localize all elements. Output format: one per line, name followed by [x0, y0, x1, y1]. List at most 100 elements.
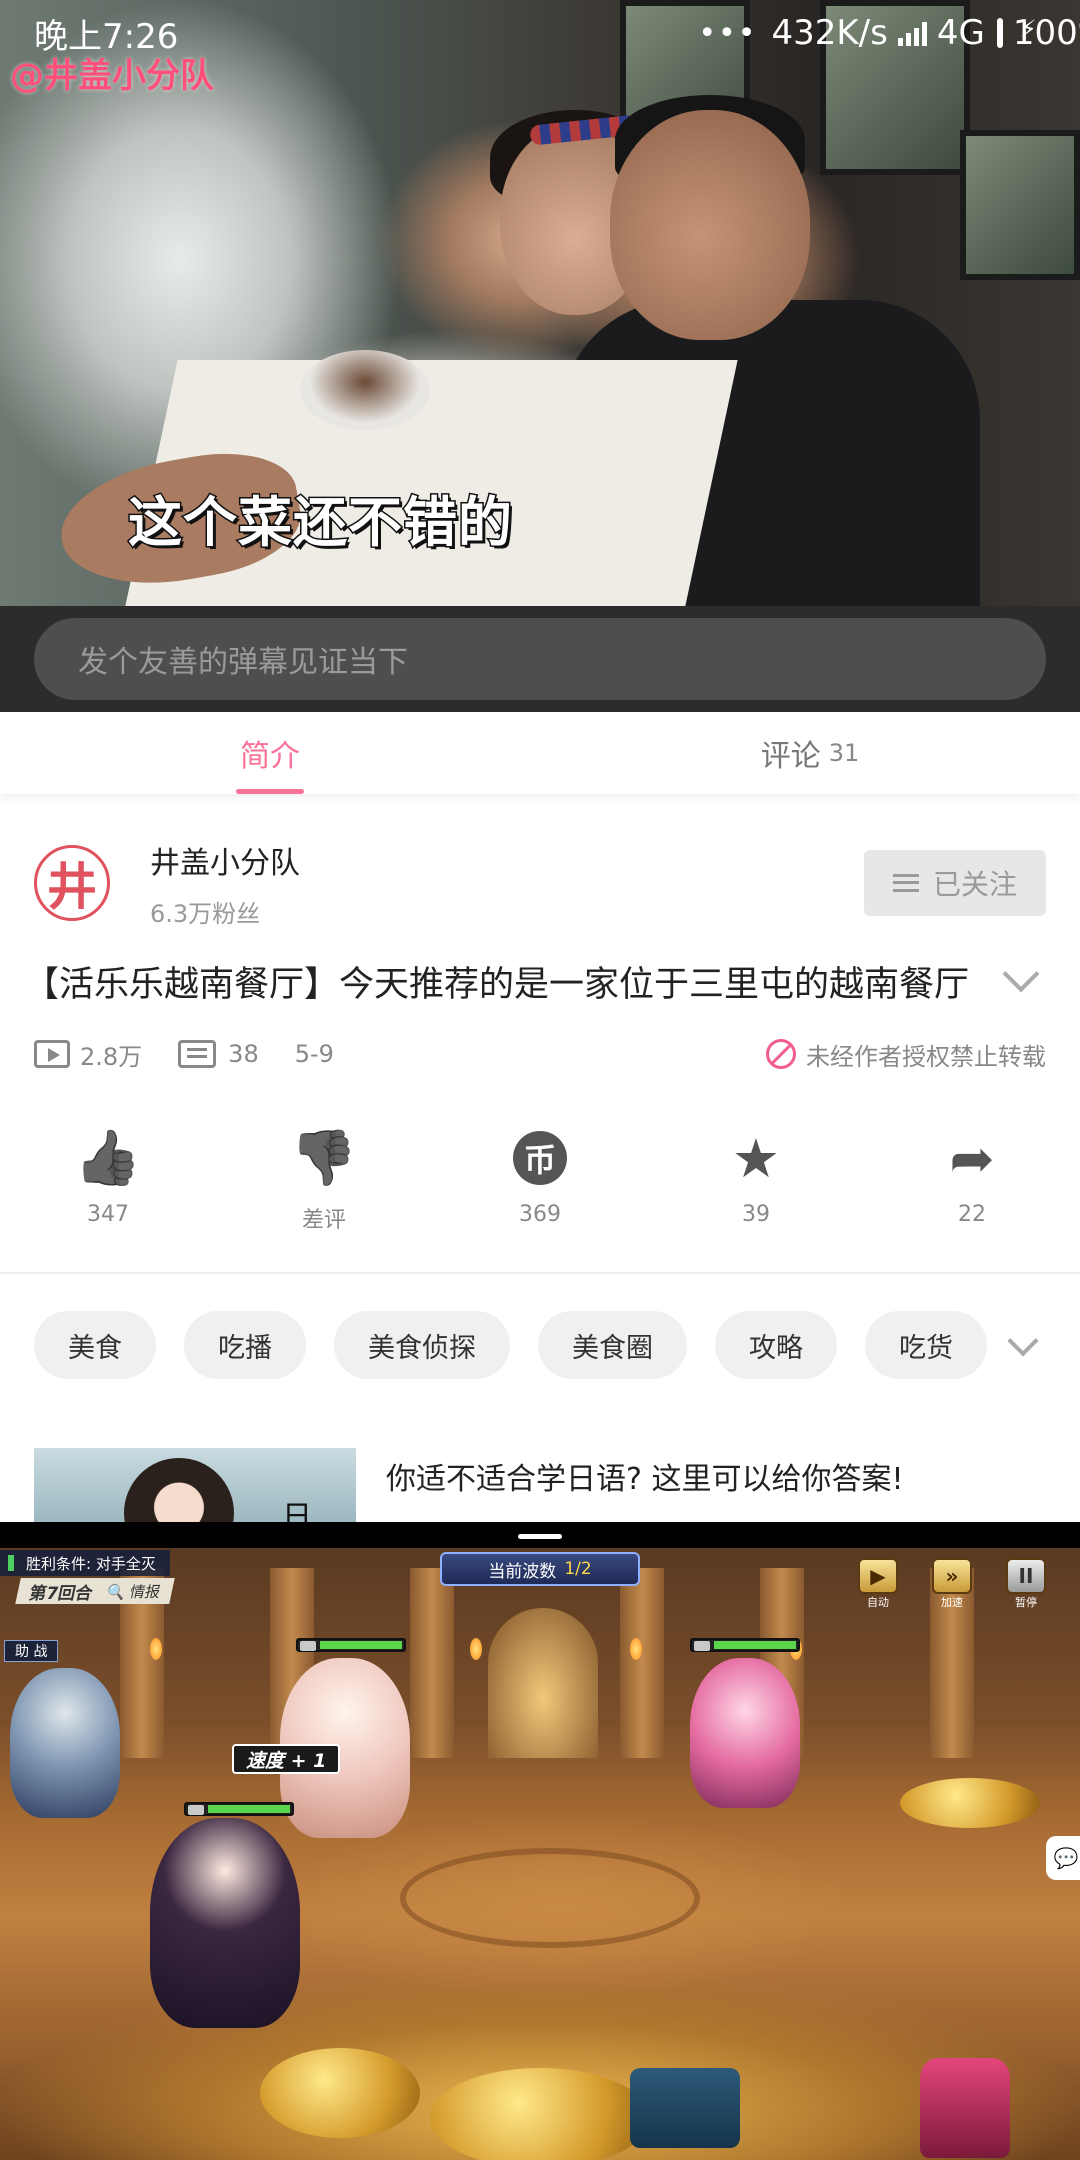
video-player[interactable]: @井盖小分队 这个菜还不错的 晚上7:26 ••• 432K/s 4G 100%: [0, 0, 1080, 606]
tab-intro[interactable]: 简介: [0, 712, 540, 794]
play-icon: [34, 1040, 70, 1068]
follow-button[interactable]: 已关注: [864, 850, 1046, 916]
gold-pile: [900, 1778, 1040, 1828]
auto-button[interactable]: ▶ 自动: [856, 1558, 900, 1609]
chevron-down-icon[interactable]: [1002, 955, 1040, 993]
thumbs-up-icon: 👍: [74, 1126, 142, 1189]
round-indicator[interactable]: 第7回合 🔍 情报: [15, 1578, 176, 1604]
enemy-character[interactable]: [690, 1658, 800, 1808]
coin-button[interactable]: 币 369: [432, 1128, 648, 1238]
like-button[interactable]: 👍 347: [0, 1126, 216, 1238]
publish-date: 5-9: [295, 1040, 334, 1068]
thumbs-down-icon: 👎: [290, 1126, 358, 1189]
coin-icon: 币: [513, 1131, 567, 1185]
status-time: 晚上7:26: [34, 16, 179, 57]
follow-label: 已关注: [932, 868, 1017, 901]
speed-label: 加速: [941, 1596, 963, 1609]
action-bar: 👍 347 👎 差评 币 369 ★ 39 ➦ 22: [0, 1126, 1080, 1238]
tab-active-indicator: [236, 789, 304, 794]
forbidden-icon: [766, 1039, 796, 1069]
game-window[interactable]: 胜利条件: 对手全灭 第7回合 🔍 情报 当前波数 1/2 ▶ 自动 » 加速 …: [0, 1548, 1080, 2160]
tab-intro-label: 简介: [240, 739, 300, 774]
win-condition: 胜利条件: 对手全灭: [0, 1550, 170, 1576]
noodle-bowl: [300, 350, 430, 430]
intel-button[interactable]: 🔍 情报: [105, 1581, 163, 1602]
assist-badge: 助 战: [4, 1640, 59, 1662]
pause-icon: II: [1006, 1558, 1046, 1594]
split-handle[interactable]: [518, 1534, 562, 1539]
uploader-name: 井盖小分队: [150, 845, 300, 881]
divider: [0, 1272, 1080, 1274]
wave-value: 1/2: [564, 1559, 592, 1579]
torch: [150, 1638, 162, 1660]
avatar[interactable]: 井: [34, 845, 110, 921]
video-subtitle: 这个菜还不错的: [127, 490, 514, 556]
intel-label: 情报: [128, 1582, 163, 1601]
torch: [630, 1638, 642, 1660]
recommend-thumbnail: 日: [34, 1448, 356, 1522]
tag-chip[interactable]: 美食圈: [538, 1311, 687, 1379]
pause-button[interactable]: II 暂停: [1004, 1558, 1048, 1609]
uploader-fans: 6.3万粉丝: [150, 899, 261, 928]
title-row[interactable]: 【活乐乐越南餐厅】今天推荐的是一家位于三里屯的越南餐厅: [24, 955, 1054, 1006]
crystal: [920, 2058, 1010, 2158]
doorway: [488, 1608, 598, 1758]
network-type: 4G: [936, 13, 985, 53]
copyright-notice: 未经作者授权禁止转载: [766, 1037, 1046, 1072]
person-man: [610, 110, 810, 340]
coin-count: 369: [519, 1202, 561, 1227]
gold-pile: [430, 2068, 650, 2160]
tab-comments-label: 评论: [760, 739, 821, 774]
ally-character[interactable]: [10, 1668, 120, 1818]
status-bar: 晚上7:26 ••• 432K/s 4G 100%: [0, 0, 1080, 66]
recommend-title: 你适不适合学日语? 这里可以给你答案!: [386, 1462, 904, 1497]
torch: [470, 1638, 482, 1660]
speed-button[interactable]: » 加速: [930, 1558, 974, 1609]
tag-chip[interactable]: 攻略: [715, 1311, 837, 1379]
buff-label: 速度 + 1: [232, 1744, 341, 1774]
floor-circle: [400, 1848, 700, 1948]
play-icon: ▶: [858, 1558, 898, 1594]
round-text: 第7回合: [27, 1583, 95, 1604]
menu-icon: [892, 874, 919, 892]
danmaku-count-value: 38: [228, 1040, 259, 1068]
video-title: 【活乐乐越南餐厅】今天推荐的是一家位于三里屯的越南餐厅: [24, 964, 970, 1005]
share-icon: ➦: [949, 1126, 995, 1190]
publish-date-value: 5-9: [294, 1040, 334, 1068]
share-button[interactable]: ➦ 22: [864, 1126, 1080, 1238]
ally-character[interactable]: [150, 1818, 300, 2028]
comment-count: 31: [828, 739, 860, 767]
coin-icon-wrap: 币: [510, 1128, 570, 1188]
treasure-chest: [630, 2068, 740, 2148]
danmaku-icon: [178, 1040, 217, 1068]
tag-chip[interactable]: 吃货: [865, 1311, 987, 1379]
auto-label: 自动: [867, 1596, 889, 1609]
wave-label: 当前波数: [488, 1561, 557, 1582]
tag-chip[interactable]: 吃播: [184, 1311, 306, 1379]
copyright-text: 未经作者授权禁止转载: [806, 1042, 1046, 1071]
battery-icon: [996, 15, 1037, 48]
health-bar: [690, 1638, 800, 1652]
play-count-value: 2.8万: [80, 1042, 143, 1071]
health-bar: [296, 1638, 406, 1652]
tab-comments[interactable]: 评论 31: [540, 712, 1080, 794]
thumbnail-text: 日: [282, 1500, 312, 1522]
stats-row: 2.8万 38 5-9 未经作者授权禁止转载: [34, 1036, 1046, 1072]
tag-chip[interactable]: 美食: [34, 1311, 156, 1379]
recommend-item[interactable]: 日 你适不适合学日语? 这里可以给你答案!: [34, 1448, 1046, 1522]
danmaku-count: 38: [178, 1040, 259, 1068]
fast-forward-icon: »: [932, 1558, 972, 1594]
chat-icon[interactable]: 💬: [1046, 1836, 1080, 1880]
network-speed: 432K/s: [771, 13, 888, 53]
uploader-info[interactable]: 井盖小分队 6.3万粉丝: [150, 838, 300, 929]
notification-dots: •••: [698, 15, 758, 51]
uploader-row: 井 井盖小分队 6.3万粉丝 已关注: [34, 838, 1046, 928]
danmaku-input[interactable]: 发个友善的弹幕见证当下: [34, 618, 1046, 700]
play-count: 2.8万: [34, 1037, 142, 1072]
favorite-button[interactable]: ★ 39: [648, 1127, 864, 1238]
tag-chip[interactable]: 美食侦探: [334, 1311, 510, 1379]
dislike-button[interactable]: 👎 差评: [216, 1126, 432, 1238]
wall-picture: [960, 130, 1080, 280]
signal-icon: [897, 20, 927, 46]
pause-label: 暂停: [1015, 1596, 1037, 1609]
